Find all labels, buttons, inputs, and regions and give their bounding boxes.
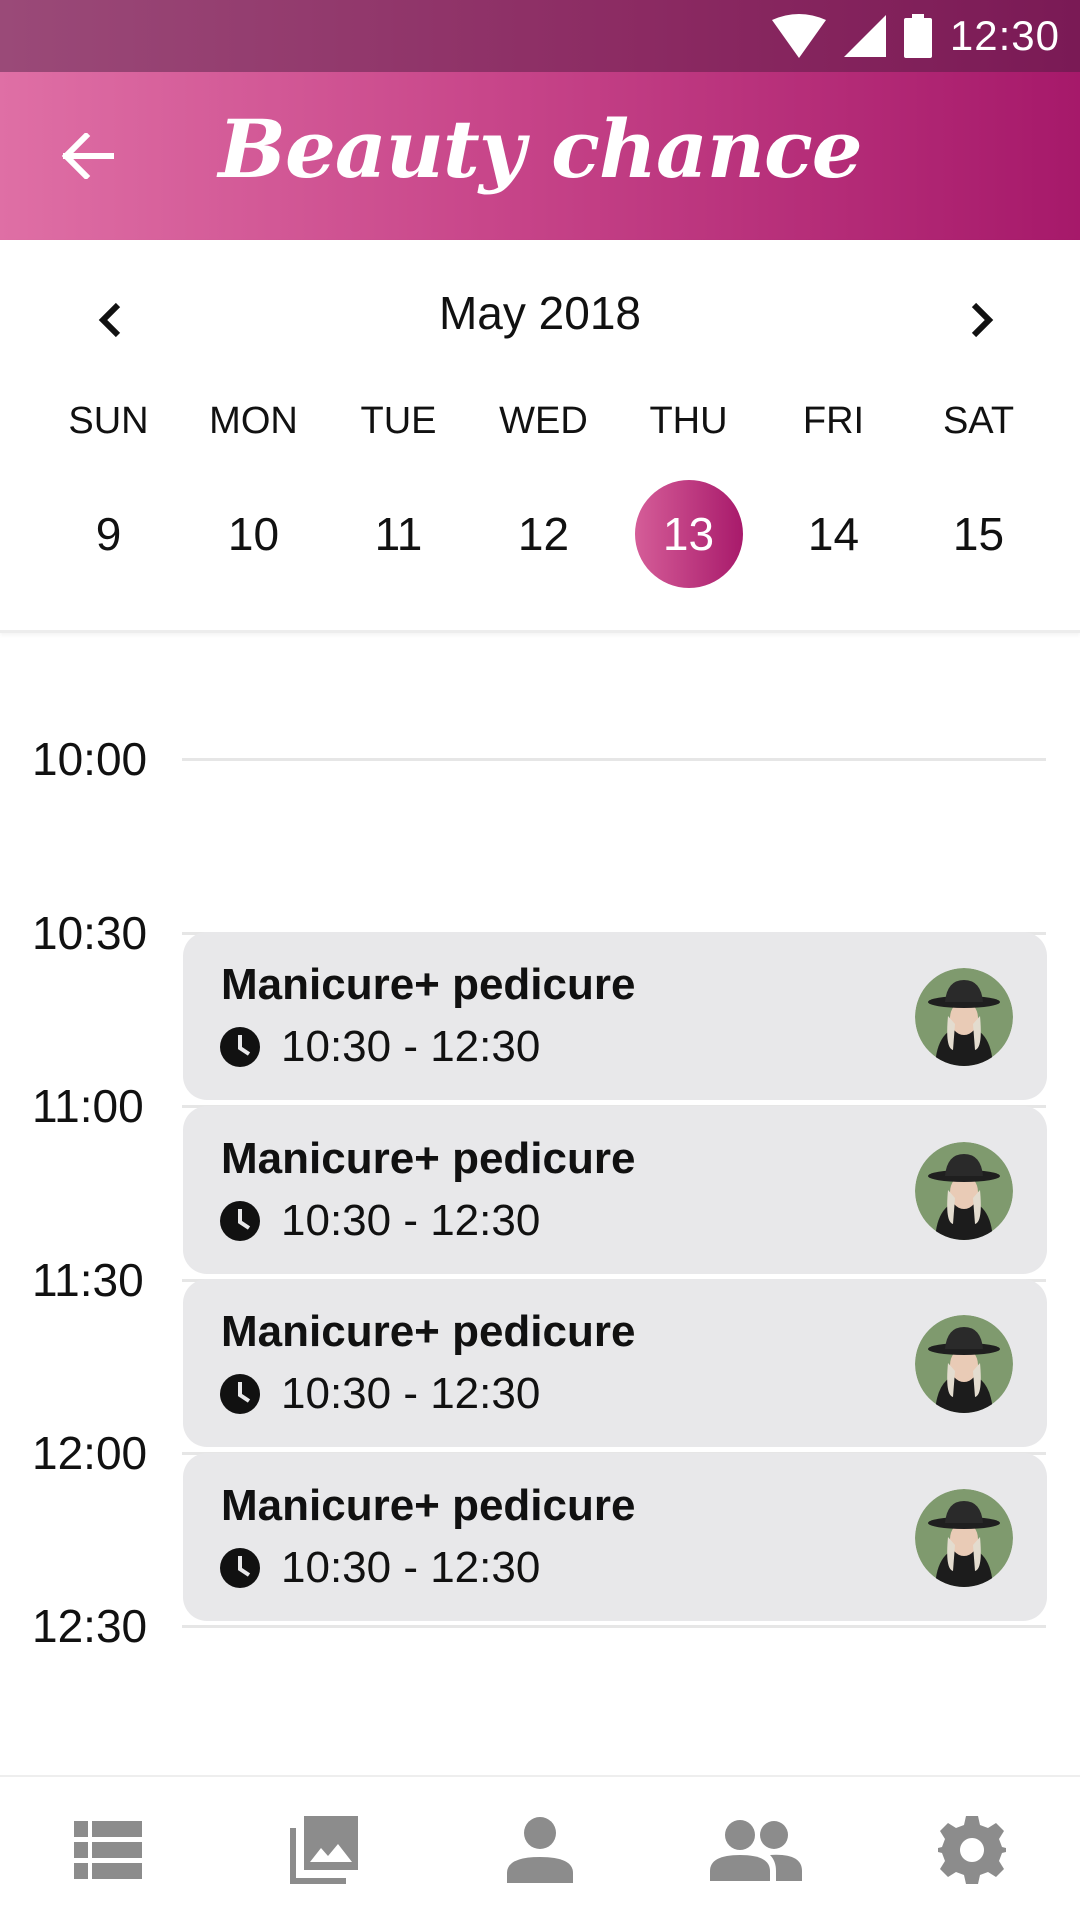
appointment-title: Manicure+ pedicure bbox=[221, 960, 636, 1009]
appointment-title: Manicure+ pedicure bbox=[221, 1481, 636, 1530]
appointment-time-row: 10:30 - 12:30 bbox=[219, 1022, 540, 1072]
app-bar: Beauty chance bbox=[0, 72, 1080, 240]
clock-icon bbox=[220, 1201, 260, 1241]
chevron-right-icon bbox=[971, 302, 994, 338]
day-number: 12 bbox=[517, 508, 570, 560]
day-cell[interactable]: 15 bbox=[906, 480, 1051, 588]
appointment-time-row: 10:30 - 12:30 bbox=[219, 1543, 540, 1593]
status-time: 12:30 bbox=[949, 12, 1060, 59]
appointment-time: 10:30 - 12:30 bbox=[281, 1543, 541, 1592]
time-slot-label: 10:00 bbox=[32, 733, 148, 785]
next-week-button[interactable] bbox=[952, 290, 1012, 350]
day-cell[interactable]: 9 bbox=[36, 480, 181, 588]
time-slot-divider bbox=[182, 758, 1046, 761]
nav-item-settings[interactable] bbox=[864, 1777, 1080, 1922]
weekday-label: WED bbox=[499, 400, 588, 442]
nav-item-profile[interactable] bbox=[432, 1777, 648, 1922]
day-number: 13 bbox=[662, 508, 715, 560]
time-slot-label: 12:30 bbox=[32, 1600, 148, 1652]
appointment-title: Manicure+ pedicure bbox=[221, 1307, 636, 1356]
nav-item-list[interactable] bbox=[0, 1777, 216, 1922]
avatar bbox=[915, 1142, 1013, 1240]
appointment-card[interactable]: Manicure+ pedicure 10:30 - 12:30 bbox=[183, 1453, 1047, 1621]
day-timeline: 10:00 10:30 11:00 11:30 12:00 12:30 Mani… bbox=[0, 633, 1080, 1775]
wifi-icon bbox=[771, 14, 826, 58]
nav-item-clients[interactable] bbox=[648, 1777, 864, 1922]
settings-icon bbox=[938, 1815, 1006, 1884]
day-cell[interactable]: 12 bbox=[471, 480, 616, 588]
weekday-label: THU bbox=[649, 400, 728, 442]
weekday-label: SUN bbox=[68, 400, 149, 442]
avatar bbox=[915, 1489, 1013, 1587]
status-icons: 12:30 bbox=[771, 0, 1060, 72]
appointment-time-row: 10:30 - 12:30 bbox=[219, 1369, 540, 1419]
time-slot-divider bbox=[182, 1625, 1046, 1628]
appointment-time: 10:30 - 12:30 bbox=[281, 1369, 541, 1418]
day-cell-selected[interactable]: 13 bbox=[616, 480, 761, 588]
cell-signal-icon bbox=[843, 15, 886, 57]
time-slot-label: 10:30 bbox=[32, 907, 148, 959]
time-slot: 10:00 bbox=[0, 729, 1080, 789]
appointment-card[interactable]: Manicure+ pedicure 10:30 - 12:30 bbox=[183, 1106, 1047, 1274]
day-cell[interactable]: 11 bbox=[326, 480, 471, 588]
photo-library-icon bbox=[290, 1815, 358, 1884]
people-icon bbox=[710, 1819, 802, 1881]
calendar-header: May 2018 SUN MON TUE WED THU FRI SAT 9 1… bbox=[0, 240, 1080, 633]
clock-icon bbox=[220, 1374, 260, 1414]
time-slot-label: 11:00 bbox=[32, 1080, 144, 1132]
appointment-card[interactable]: Manicure+ pedicure 10:30 - 12:30 bbox=[183, 932, 1047, 1100]
time-slot-label: 12:00 bbox=[32, 1427, 148, 1479]
day-number: 10 bbox=[227, 508, 280, 560]
weekday-label: SAT bbox=[942, 400, 1015, 442]
weekday-label: TUE bbox=[360, 400, 437, 442]
clock-icon bbox=[220, 1548, 260, 1588]
status-bar: 12:30 bbox=[0, 0, 1080, 72]
appointment-time-row: 10:30 - 12:30 bbox=[219, 1196, 540, 1246]
day-number: 15 bbox=[952, 508, 1005, 560]
battery-icon bbox=[903, 14, 932, 58]
weekday-label: MON bbox=[209, 400, 298, 442]
month-label: May 2018 bbox=[438, 287, 641, 339]
clock-icon bbox=[220, 1027, 260, 1067]
appointment-title: Manicure+ pedicure bbox=[221, 1134, 636, 1183]
weekday-label: FRI bbox=[802, 400, 865, 442]
day-number: 11 bbox=[374, 508, 423, 560]
day-cell[interactable]: 10 bbox=[181, 480, 326, 588]
list-icon bbox=[74, 1820, 142, 1879]
time-slot-label: 11:30 bbox=[32, 1254, 144, 1306]
avatar bbox=[915, 968, 1013, 1066]
appointment-time: 10:30 - 12:30 bbox=[281, 1022, 541, 1071]
appointment-time: 10:30 - 12:30 bbox=[281, 1196, 541, 1245]
day-number: 9 bbox=[95, 508, 122, 560]
nav-item-gallery[interactable] bbox=[216, 1777, 432, 1922]
appointment-card[interactable]: Manicure+ pedicure 10:30 - 12:30 bbox=[183, 1279, 1047, 1447]
day-cell[interactable]: 14 bbox=[761, 480, 906, 588]
person-icon bbox=[507, 1816, 573, 1883]
bottom-navigation bbox=[0, 1775, 1080, 1922]
app-title: Beauty chance bbox=[218, 102, 862, 196]
avatar bbox=[915, 1315, 1013, 1413]
day-number: 14 bbox=[807, 508, 860, 560]
